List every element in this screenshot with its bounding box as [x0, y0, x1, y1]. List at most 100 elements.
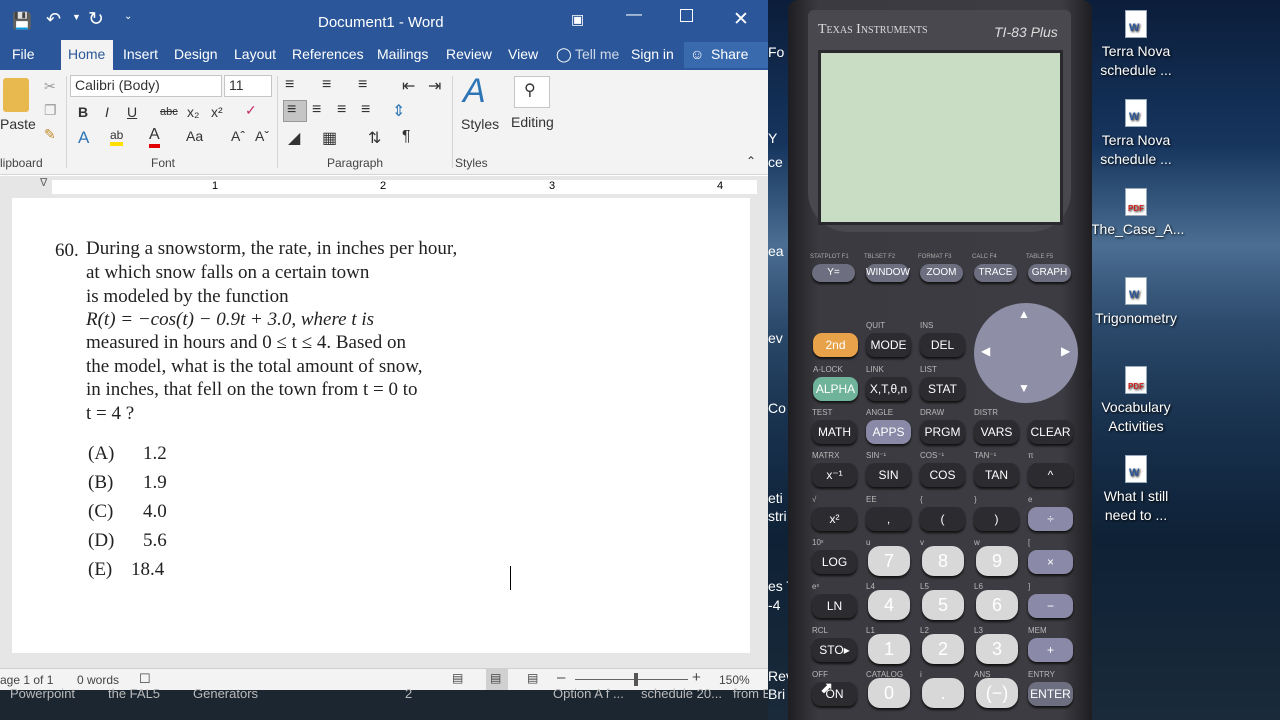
- zoom-level[interactable]: 150%: [719, 673, 750, 687]
- tab-home[interactable]: Home: [68, 46, 105, 62]
- key-ln[interactable]: LN: [812, 594, 857, 618]
- grow-font-icon[interactable]: Aˆ: [231, 128, 245, 144]
- desktop-icon-word[interactable]: W Terra Nova schedule ...: [1091, 99, 1181, 169]
- tell-me-box[interactable]: Tell me: [575, 46, 619, 62]
- key-sym35[interactable]: +: [1028, 638, 1073, 662]
- zoom-slider[interactable]: [575, 679, 688, 680]
- key-6[interactable]: 6: [976, 590, 1018, 620]
- key-log[interactable]: LOG: [812, 550, 857, 574]
- key-1[interactable]: 1: [868, 634, 910, 664]
- clipboard-icon[interactable]: [3, 78, 29, 112]
- zoom-in-icon[interactable]: +: [692, 669, 701, 686]
- tab-view[interactable]: View: [508, 46, 538, 62]
- bold-button[interactable]: B: [78, 104, 88, 120]
- key-sym30[interactable]: −: [1028, 594, 1073, 618]
- key-trace[interactable]: TRACE: [974, 264, 1017, 282]
- web-layout-icon[interactable]: ▤: [527, 671, 538, 685]
- redo-icon[interactable]: ↻: [88, 8, 104, 31]
- undo-icon[interactable]: ↶: [46, 9, 61, 30]
- copy-icon[interactable]: ❐: [44, 102, 57, 119]
- tab-file[interactable]: File: [12, 46, 35, 62]
- desktop-icon-word[interactable]: W What I still need to ...: [1091, 455, 1181, 525]
- key-graph[interactable]: GRAPH: [1028, 264, 1071, 282]
- key-sto[interactable]: STO▸: [812, 638, 857, 662]
- font-name-combo[interactable]: Calibri (Body): [70, 75, 222, 97]
- key-window[interactable]: WINDOW: [866, 264, 910, 282]
- key-5[interactable]: 5: [922, 590, 964, 620]
- styles-icon[interactable]: A: [463, 72, 486, 111]
- key-stat[interactable]: STAT: [920, 377, 965, 401]
- right-arrow-icon[interactable]: ▶: [1061, 344, 1070, 358]
- key-sym19[interactable]: ): [974, 507, 1019, 531]
- zoom-thumb[interactable]: [634, 673, 638, 686]
- key-vars[interactable]: VARS: [974, 420, 1019, 444]
- maximize-icon[interactable]: [680, 9, 693, 22]
- key-on[interactable]: ON: [812, 682, 857, 706]
- key-enter[interactable]: ENTER: [1028, 682, 1073, 706]
- key-zoom[interactable]: ZOOM: [920, 264, 963, 282]
- collapse-ribbon-icon[interactable]: ⌃: [746, 154, 756, 168]
- key-sym25[interactable]: ×: [1028, 550, 1073, 574]
- left-arrow-icon[interactable]: ◀: [981, 344, 990, 358]
- key-sym38[interactable]: .: [922, 678, 964, 708]
- line-spacing-icon[interactable]: ⇕: [392, 101, 405, 121]
- customize-qat-icon[interactable]: ⌄: [124, 11, 132, 22]
- multilevel-list-icon[interactable]: ≡: [358, 76, 367, 94]
- key-2nd[interactable]: 2nd: [813, 333, 858, 357]
- decrease-indent-icon[interactable]: ⇤: [402, 76, 415, 96]
- desktop-icon-word[interactable]: W Terra Nova schedule ...: [1091, 10, 1181, 80]
- highlight-icon[interactable]: ab: [110, 128, 124, 146]
- key-sym39[interactable]: (−): [976, 678, 1018, 708]
- shrink-font-icon[interactable]: Aˇ: [255, 128, 269, 144]
- sign-in-link[interactable]: Sign in: [631, 46, 674, 62]
- key-alpha[interactable]: ALPHA: [813, 377, 858, 401]
- key-clear[interactable]: CLEAR: [1028, 420, 1073, 444]
- subscript-button[interactable]: x₂: [187, 104, 199, 120]
- ribbon-display-icon[interactable]: ▣: [571, 11, 584, 28]
- tab-layout[interactable]: Layout: [234, 46, 276, 62]
- key-cos[interactable]: COS: [920, 463, 965, 487]
- key-mode[interactable]: MODE: [866, 333, 911, 357]
- key-3[interactable]: 3: [976, 634, 1018, 664]
- up-arrow-icon[interactable]: ▲: [1018, 307, 1030, 321]
- superscript-button[interactable]: x²: [211, 104, 223, 120]
- key-x[interactable]: x⁻¹: [812, 463, 857, 487]
- key-sym18[interactable]: (: [920, 507, 965, 531]
- show-marks-icon[interactable]: ¶: [402, 128, 411, 146]
- change-case-icon[interactable]: Aa: [186, 128, 203, 144]
- increase-indent-icon[interactable]: ⇥: [428, 76, 441, 96]
- undo-dropdown-icon[interactable]: ▼: [72, 12, 81, 22]
- key-4[interactable]: 4: [868, 590, 910, 620]
- key-sym17[interactable]: ,: [866, 507, 911, 531]
- text-effects-icon[interactable]: A: [78, 128, 89, 148]
- align-right-icon[interactable]: ≡: [337, 101, 346, 119]
- save-icon[interactable]: 💾: [12, 11, 32, 31]
- taskbar-item[interactable]: the FAL5: [108, 686, 160, 701]
- key-2[interactable]: 2: [922, 634, 964, 664]
- minimize-icon[interactable]: —: [626, 6, 642, 24]
- key-0[interactable]: 0: [868, 678, 910, 708]
- cut-icon[interactable]: ✂: [44, 78, 56, 95]
- desktop-icon-pdf[interactable]: PDF The_Case_A...: [1091, 188, 1184, 239]
- clear-formatting-icon[interactable]: ✓: [245, 102, 257, 119]
- taskbar-item[interactable]: Option A f ...: [553, 686, 624, 701]
- font-size-combo[interactable]: 11: [224, 75, 272, 97]
- key-sym15[interactable]: ^: [1028, 463, 1073, 487]
- italic-button[interactable]: I: [105, 104, 109, 120]
- indent-marker-icon[interactable]: ∇: [40, 176, 47, 189]
- key-y[interactable]: Y=: [812, 264, 855, 282]
- key-7[interactable]: 7: [868, 546, 910, 576]
- proofing-icon[interactable]: ☐: [139, 671, 151, 687]
- tab-design[interactable]: Design: [174, 46, 218, 62]
- editing-button[interactable]: Editing: [511, 114, 554, 130]
- tab-review[interactable]: Review: [446, 46, 492, 62]
- close-icon[interactable]: ✕: [733, 8, 749, 31]
- key-8[interactable]: 8: [922, 546, 964, 576]
- numbering-icon[interactable]: ≡: [322, 76, 331, 94]
- center-icon[interactable]: ≡: [312, 101, 321, 119]
- desktop-icon-word[interactable]: W Trigonometry: [1091, 277, 1181, 328]
- taskbar-item[interactable]: Powerpoint: [10, 686, 75, 701]
- key-tan[interactable]: TAN: [974, 463, 1019, 487]
- word-count[interactable]: 0 words: [77, 673, 119, 687]
- read-mode-icon[interactable]: ▤: [452, 671, 463, 685]
